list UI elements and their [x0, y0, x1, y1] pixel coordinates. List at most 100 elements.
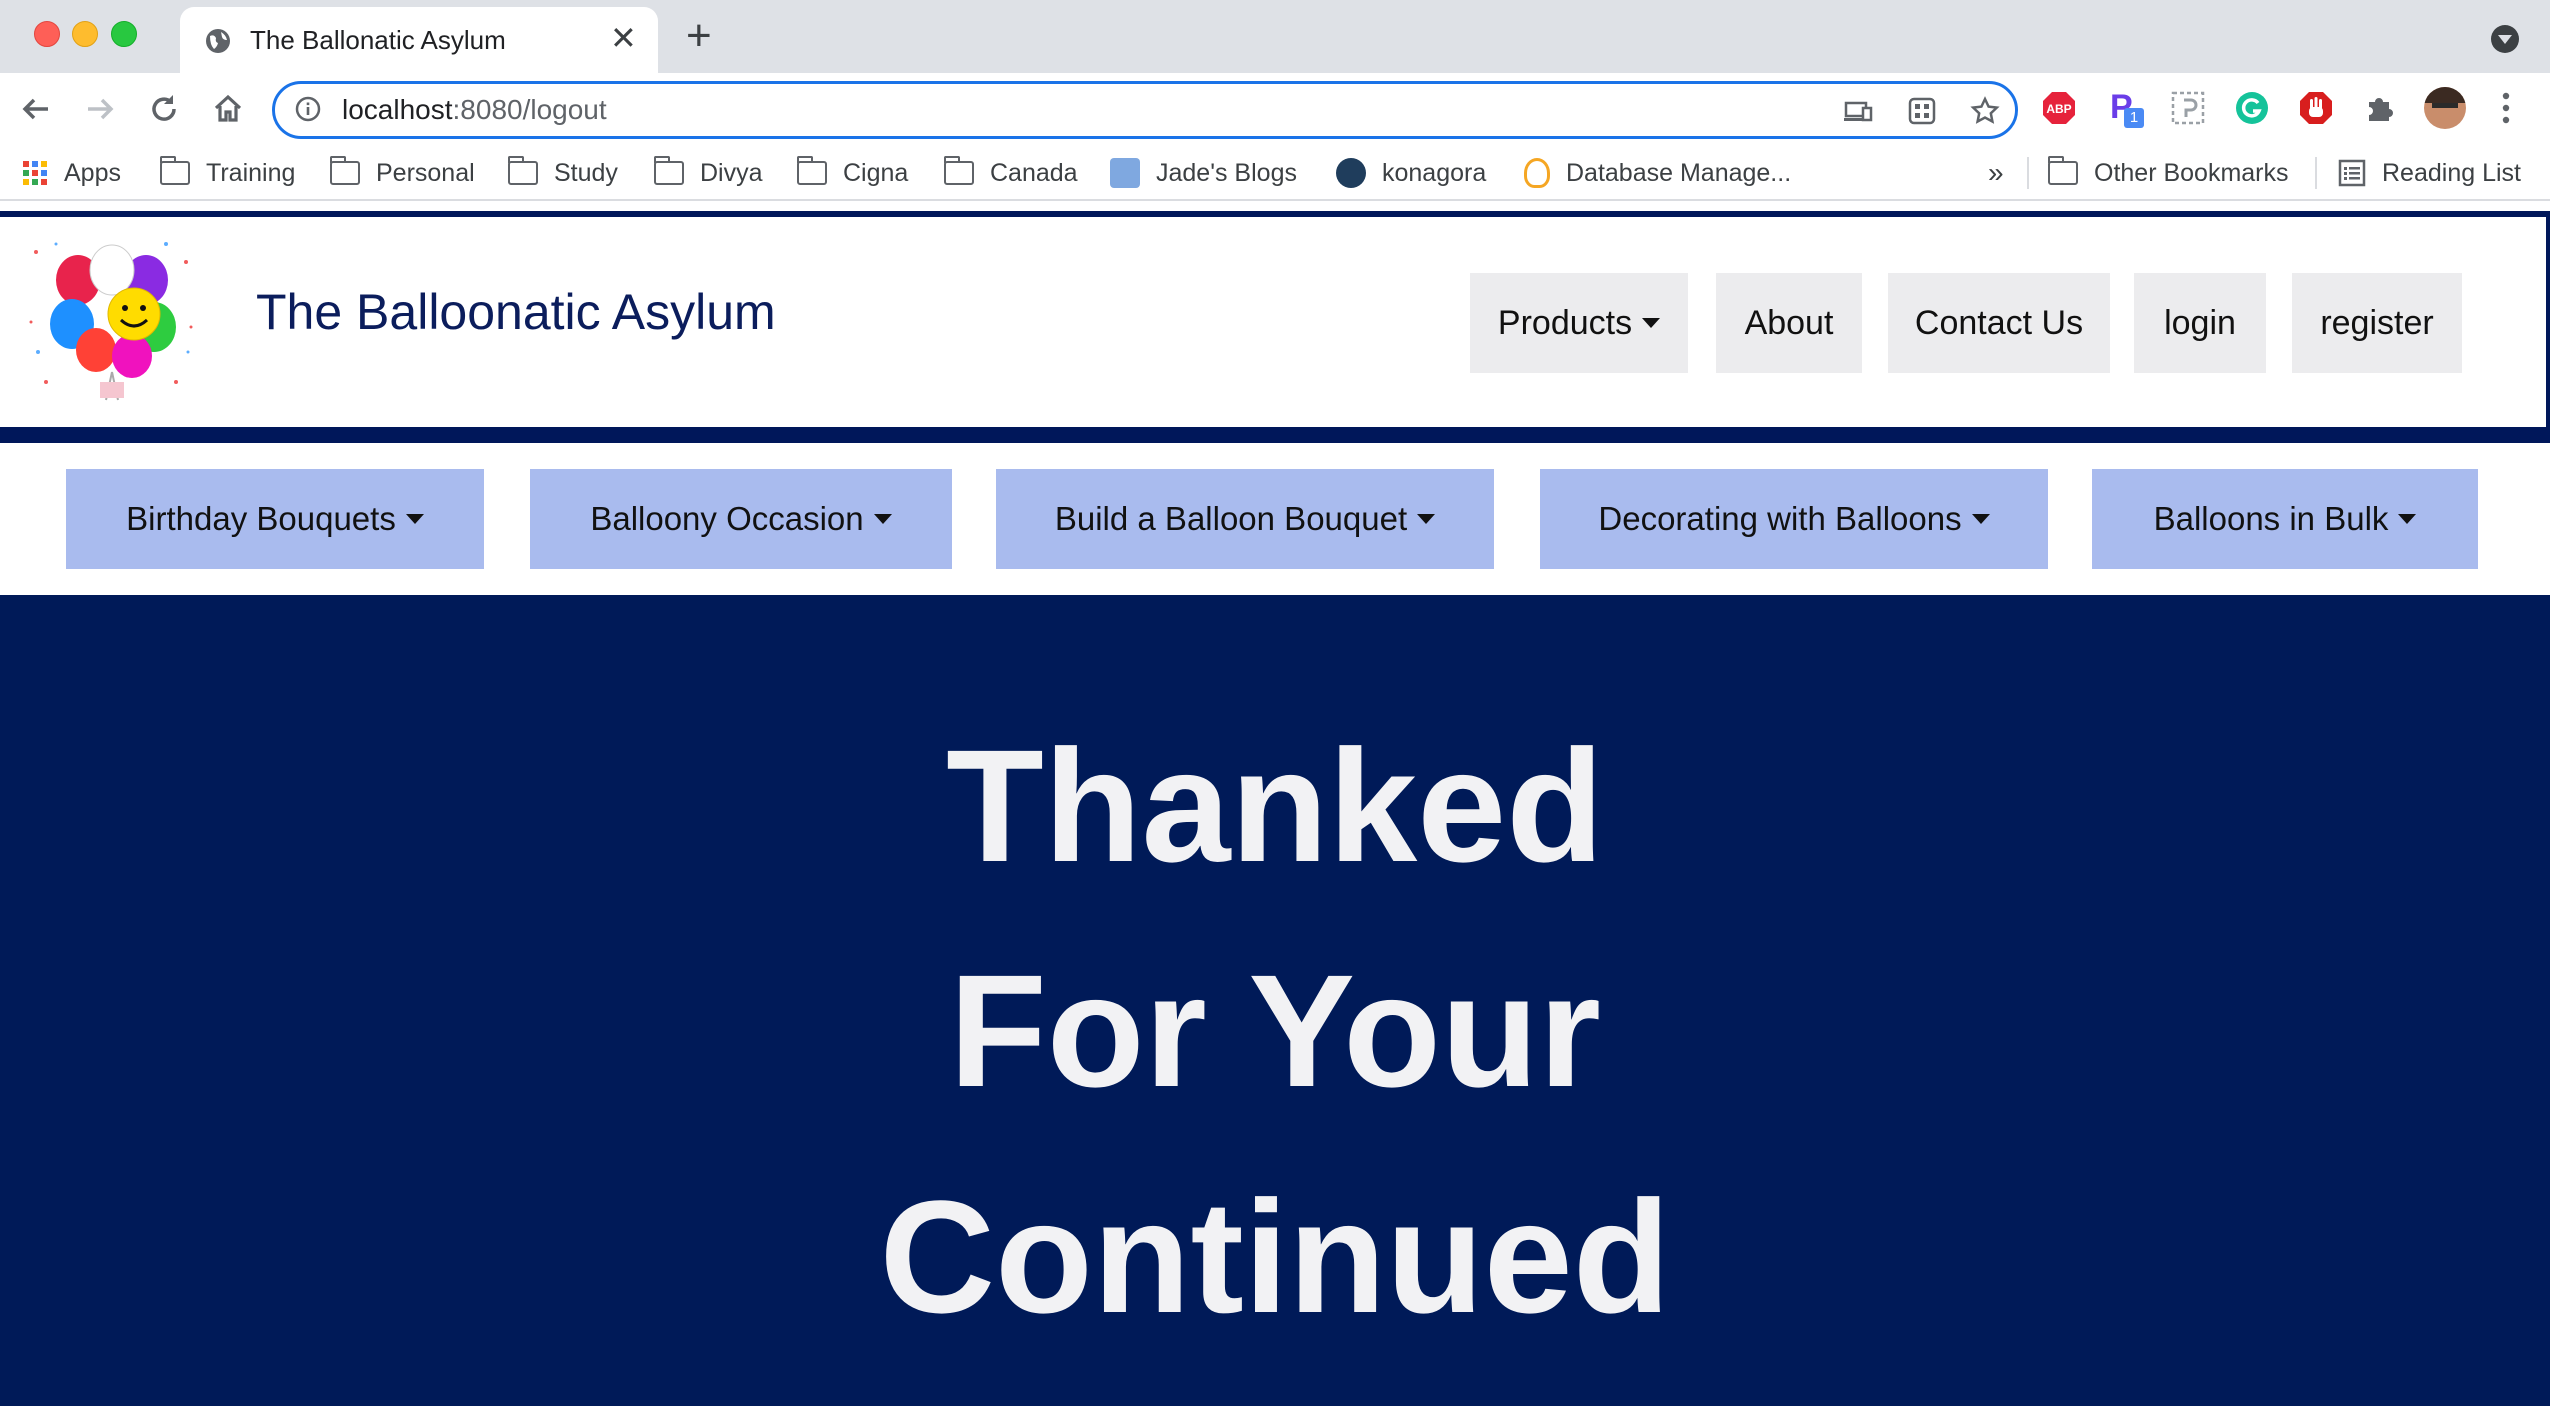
caret-down-icon — [1417, 514, 1436, 524]
bookmark-canada[interactable]: Canada — [944, 155, 1078, 191]
bookmark-personal[interactable]: Personal — [330, 155, 475, 191]
caret-down-icon — [1971, 514, 1990, 524]
hero-section: Thanked For Your Continued — [0, 595, 2550, 1406]
browser-tab-bar: The Ballonatic Asylum ✕ + — [0, 0, 2550, 73]
bookmarks-overflow-button[interactable]: » — [1988, 155, 2004, 191]
bookmarks-bar: Apps Training Personal Study Divya Cigna… — [0, 147, 2550, 201]
category-decorating-with-balloons[interactable]: Decorating with Balloons — [1540, 469, 2048, 569]
bookmark-database-manage[interactable]: Database Manage... — [1524, 155, 1791, 191]
extension-badge: 1 — [2124, 108, 2144, 128]
reading-list[interactable]: Reading List — [2338, 155, 2521, 191]
hero-heading-line-2: For Your — [949, 941, 1601, 1120]
screenshot-extension-icon[interactable] — [2170, 90, 2206, 126]
minimize-window-button[interactable] — [72, 21, 98, 47]
category-build-a-balloon-bouquet[interactable]: Build a Balloon Bouquet — [996, 469, 1494, 569]
bookmark-konagora[interactable]: konagora — [1336, 155, 1486, 191]
bookmark-label: Apps — [64, 158, 121, 187]
bookmark-jades-blogs[interactable]: Jade's Blogs — [1110, 155, 1297, 191]
star-bookmark-icon[interactable] — [1970, 96, 2000, 126]
bookmarks-divider — [2315, 157, 2317, 189]
profile-avatar[interactable] — [2424, 87, 2466, 129]
bookmark-label: Other Bookmarks — [2094, 158, 2289, 187]
balloon-logo[interactable] — [26, 232, 198, 404]
folder-icon — [508, 156, 538, 185]
database-icon — [1524, 158, 1550, 188]
bookmark-label: Training — [206, 158, 296, 187]
site-brand-title[interactable]: The Balloonatic Asylum — [256, 283, 776, 341]
nav-login-button[interactable]: login — [2134, 273, 2266, 373]
close-tab-icon[interactable]: ✕ — [610, 19, 637, 57]
other-bookmarks[interactable]: Other Bookmarks — [2048, 155, 2289, 191]
cast-device-icon[interactable] — [1843, 96, 1873, 126]
caret-down-icon — [2398, 514, 2417, 524]
header-divider-band — [0, 427, 2550, 443]
bookmark-apps[interactable]: Apps — [22, 155, 121, 191]
bookmark-label: Database Manage... — [1566, 158, 1792, 187]
nav-register-button[interactable]: register — [2292, 273, 2462, 373]
bookmark-label: Divya — [700, 158, 763, 187]
browser-menu-button[interactable] — [2494, 87, 2518, 129]
web-page: The Balloonatic Asylum Products About Co… — [0, 211, 2550, 1406]
folder-icon — [797, 156, 827, 185]
nav-contact-us-button[interactable]: Contact Us — [1888, 273, 2110, 373]
reading-list-icon — [2338, 159, 2366, 187]
folder-icon — [2048, 156, 2078, 185]
caret-down-icon — [1642, 318, 1661, 328]
category-nav: Birthday Bouquets Balloony Occasion Buil… — [0, 443, 2550, 595]
avatar-glasses — [2432, 103, 2458, 108]
back-button[interactable] — [14, 87, 58, 131]
info-icon[interactable] — [295, 96, 321, 122]
reload-button[interactable] — [142, 87, 186, 131]
folder-icon — [330, 156, 360, 185]
nav-about-button[interactable]: About — [1716, 273, 1862, 373]
tab-title: The Ballonatic Asylum — [250, 25, 506, 55]
address-bar[interactable]: localhost:8080/logout — [272, 81, 2018, 139]
bookmarks-divider — [2027, 157, 2029, 189]
qr-code-icon[interactable] — [1907, 96, 1937, 126]
nav-label: register — [2320, 303, 2434, 342]
extension-p-icon[interactable]: P 1 — [2106, 88, 2144, 128]
bookmark-divya[interactable]: Divya — [654, 155, 763, 191]
nav-label: Products — [1497, 303, 1633, 342]
bookmark-training[interactable]: Training — [160, 155, 295, 191]
bookmark-cigna[interactable]: Cigna — [797, 155, 908, 191]
stop-hand-icon[interactable] — [2298, 90, 2334, 126]
arrow-right-icon — [88, 98, 114, 120]
zoom-window-button[interactable] — [111, 21, 137, 47]
folder-icon — [944, 156, 974, 185]
home-button[interactable] — [206, 87, 250, 131]
url-text: localhost:8080/logout — [342, 94, 607, 125]
hero-heading-line-1: Thanked — [946, 716, 1604, 895]
folder-icon — [160, 156, 190, 185]
browser-tab[interactable]: The Ballonatic Asylum ✕ — [180, 7, 658, 73]
grammarly-icon[interactable] — [2234, 90, 2270, 126]
globe-icon — [206, 29, 230, 53]
tab-search-button[interactable] — [2491, 25, 2519, 53]
nav-label: About — [1744, 303, 1834, 342]
nav-products-button[interactable]: Products — [1470, 273, 1688, 373]
category-balloony-occasion[interactable]: Balloony Occasion — [530, 469, 952, 569]
category-label: Balloony Occasion — [590, 500, 864, 537]
nav-label: Contact Us — [1914, 303, 2084, 342]
close-window-button[interactable] — [34, 21, 60, 47]
category-balloons-in-bulk[interactable]: Balloons in Bulk — [2092, 469, 2478, 569]
new-tab-button[interactable]: + — [686, 14, 712, 58]
bookmark-study[interactable]: Study — [508, 155, 618, 191]
browser-toolbar: localhost:8080/logout ABP P 1 — [0, 73, 2550, 147]
category-label: Balloons in Bulk — [2153, 500, 2389, 537]
konagora-icon — [1336, 158, 1366, 188]
bookmark-label: Personal — [376, 158, 475, 187]
bookmark-label: Study — [554, 158, 618, 187]
more-vert-icon — [2502, 92, 2510, 124]
bookmark-label: Reading List — [2382, 158, 2521, 187]
bookmark-label: konagora — [1382, 158, 1487, 187]
home-icon — [214, 94, 242, 122]
puzzle-extensions-icon[interactable] — [2362, 90, 2398, 126]
adblock-plus-icon[interactable]: ABP — [2041, 90, 2077, 126]
category-label: Build a Balloon Bouquet — [1054, 500, 1408, 537]
caret-down-icon — [873, 514, 892, 524]
reload-icon — [152, 95, 176, 121]
forward-button[interactable] — [78, 87, 122, 131]
category-birthday-bouquets[interactable]: Birthday Bouquets — [66, 469, 484, 569]
caret-down-icon — [405, 514, 424, 524]
